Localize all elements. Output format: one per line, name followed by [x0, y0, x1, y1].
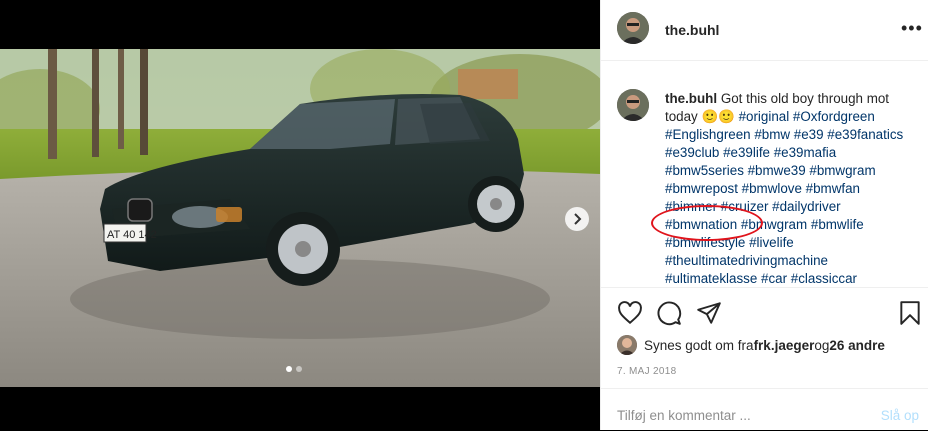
more-options-icon[interactable]: ••• — [901, 18, 923, 39]
photo-area: AT 40 142 — [0, 0, 600, 430]
comment-input[interactable]: Tilføj en kommentar ... — [617, 408, 751, 423]
carousel-next-button[interactable] — [565, 207, 589, 231]
post-date[interactable]: 7. MAJ 2018 — [617, 366, 676, 377]
carousel-dot — [286, 366, 292, 372]
license-plate: AT 40 142 — [107, 229, 157, 241]
likes-prefix: Synes godt om fra — [644, 337, 754, 353]
post-photo[interactable]: AT 40 142 — [0, 49, 600, 387]
avatar[interactable] — [617, 335, 637, 355]
avatar[interactable] — [617, 12, 649, 44]
chevron-right-icon — [574, 213, 582, 225]
caption-section: the.buhl Got this old boy through mot to… — [601, 61, 928, 288]
caption-username[interactable]: the.buhl — [665, 91, 717, 106]
action-bar — [601, 296, 928, 332]
likes-mid: og — [814, 337, 830, 353]
bookmark-icon[interactable] — [897, 300, 923, 326]
post-comment-button[interactable]: Slå op — [881, 408, 919, 423]
likes-summary: Synes godt om fra frk.jaeger og 26 andre — [617, 334, 885, 356]
post-caption: the.buhl Got this old boy through mot to… — [665, 90, 915, 287]
post-header: the.buhl ••• — [601, 0, 928, 61]
carousel-indicator — [286, 366, 302, 372]
caption-hashtags[interactable]: #original #Oxfordgreen #Englishgreen #bm… — [665, 109, 903, 286]
add-comment-bar: Tilføj en kommentar ... Slå op — [601, 388, 928, 431]
share-icon[interactable] — [696, 300, 722, 326]
liked-by-user[interactable]: frk.jaeger — [754, 338, 815, 353]
carousel-dot — [296, 366, 302, 372]
heart-icon[interactable] — [617, 300, 643, 326]
likes-count[interactable]: 26 andre — [829, 338, 885, 353]
avatar[interactable] — [617, 89, 649, 121]
comment-icon[interactable] — [656, 300, 682, 326]
post-username[interactable]: the.buhl — [665, 22, 719, 38]
post-side-panel: the.buhl ••• the.buhl Got this old boy t… — [600, 0, 928, 430]
